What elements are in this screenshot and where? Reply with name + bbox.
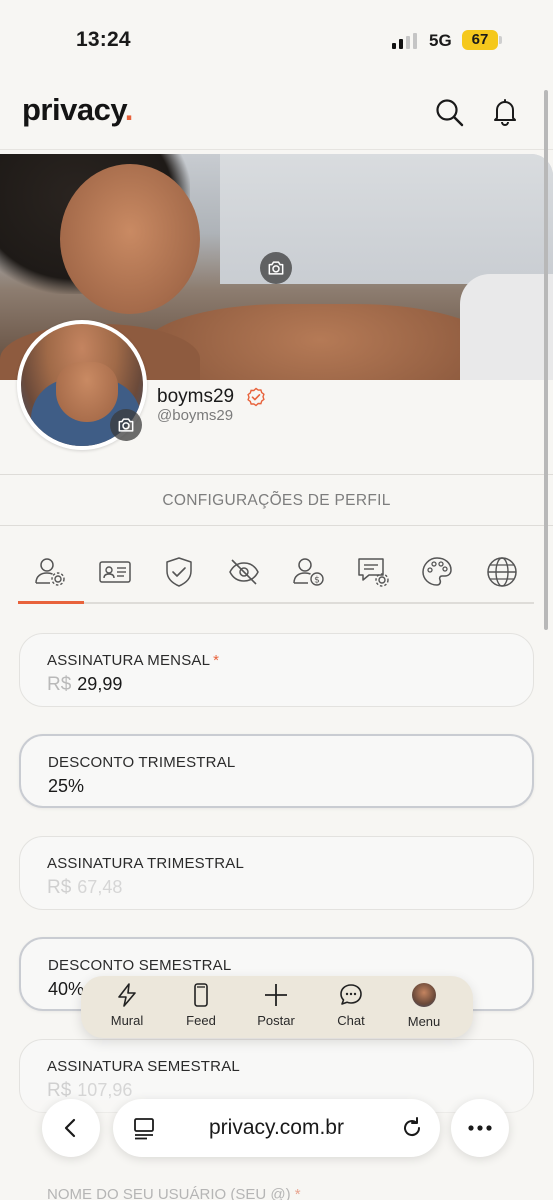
- chevron-left-icon: [64, 1118, 76, 1138]
- reload-icon[interactable]: [399, 1115, 425, 1141]
- field-label: ASSINATURA MENSAL *: [47, 652, 220, 669]
- dock-feed[interactable]: Feed: [171, 982, 231, 1032]
- user-dollar-icon: $: [293, 558, 324, 586]
- dock-chat[interactable]: Chat: [321, 982, 381, 1032]
- chat-bubble-icon: [340, 984, 362, 1005]
- status-bar: 13:24 5G 67: [0, 0, 553, 80]
- network-type: 5G: [429, 31, 452, 50]
- globe-icon: [487, 557, 517, 587]
- tab-security[interactable]: [162, 555, 196, 589]
- dock-postar[interactable]: Postar: [246, 982, 306, 1032]
- user-gear-icon: [35, 558, 65, 586]
- tab-active-indicator: [18, 601, 84, 604]
- profile-handle: @boyms29: [157, 407, 234, 424]
- url-text: privacy.com.br: [209, 1116, 344, 1139]
- tab-privacy[interactable]: [227, 555, 261, 589]
- id-card-icon: [99, 561, 131, 583]
- currency-prefix: R$: [47, 674, 72, 695]
- battery-icon: 67: [462, 30, 498, 50]
- username-field-label: NOME DO SEU USUÁRIO (SEU @) *: [47, 1186, 301, 1200]
- field-value[interactable]: 25%: [48, 776, 84, 797]
- field-value: R$ 67,48: [47, 877, 123, 898]
- divider: [0, 525, 553, 526]
- divider: [0, 474, 553, 475]
- field-label: ASSINATURA SEMESTRAL: [47, 1058, 240, 1075]
- profile-display-name: boyms29: [157, 386, 235, 407]
- logo-text: privacy: [22, 92, 125, 127]
- battery-tip: [499, 36, 502, 44]
- field-label: DESCONTO SEMESTRAL: [48, 957, 232, 974]
- change-avatar-button[interactable]: [110, 409, 142, 441]
- app-header: privacy.: [0, 80, 553, 150]
- field-value[interactable]: 40%: [48, 979, 84, 1000]
- tab-subscription[interactable]: $: [292, 555, 326, 589]
- chat-gear-icon: [358, 558, 389, 587]
- camera-icon: [268, 261, 284, 275]
- change-cover-button[interactable]: [260, 252, 292, 284]
- tab-appearance[interactable]: [420, 555, 454, 589]
- tab-profile-settings[interactable]: [33, 555, 67, 589]
- palette-icon: [422, 557, 452, 586]
- camera-icon: [118, 418, 134, 432]
- bottom-dock: Mural Feed Postar Chat Menu: [81, 976, 473, 1038]
- bell-icon[interactable]: [489, 96, 521, 128]
- tab-personal-data[interactable]: [98, 555, 132, 589]
- dock-label: Chat: [337, 1013, 365, 1028]
- page-scrollbar[interactable]: [544, 90, 548, 630]
- dock-label: Feed: [186, 1013, 216, 1028]
- tab-language[interactable]: [485, 555, 519, 589]
- tab-messages[interactable]: [356, 555, 390, 589]
- dock-label: Menu: [407, 1014, 441, 1029]
- eye-off-icon: [229, 559, 259, 585]
- dock-menu[interactable]: Menu: [394, 982, 454, 1032]
- field-label: DESCONTO TRIMESTRAL: [48, 754, 236, 771]
- logo-dot: .: [124, 92, 134, 127]
- quarterly-subscription-field: ASSINATURA TRIMESTRAL R$ 67,48: [19, 836, 534, 910]
- quarterly-discount-field[interactable]: DESCONTO TRIMESTRAL 25%: [19, 734, 534, 808]
- cover-sheet: [460, 274, 553, 380]
- phone-icon: [194, 983, 208, 1007]
- monthly-subscription-field[interactable]: ASSINATURA MENSAL * R$ 29,99: [19, 633, 534, 707]
- plus-icon: [265, 984, 287, 1006]
- ellipsis-icon: [468, 1125, 492, 1131]
- lightning-icon: [118, 983, 136, 1007]
- menu-avatar: [412, 983, 436, 1007]
- field-value[interactable]: R$ 29,99: [47, 674, 122, 696]
- tab-track: [18, 602, 534, 604]
- svg-text:$: $: [314, 576, 320, 586]
- dock-mural[interactable]: Mural: [97, 982, 157, 1032]
- field-value: R$ 107,96: [47, 1080, 133, 1101]
- privacy-logo[interactable]: privacy.: [22, 92, 133, 128]
- required-marker: *: [213, 652, 220, 669]
- currency-prefix: R$: [47, 877, 72, 898]
- field-label: ASSINATURA TRIMESTRAL: [47, 855, 245, 872]
- dock-label: Mural: [110, 1013, 144, 1028]
- browser-more-button[interactable]: [451, 1099, 509, 1157]
- browser-back-button[interactable]: [42, 1099, 100, 1157]
- status-time: 13:24: [76, 28, 131, 51]
- dock-label: Postar: [257, 1013, 295, 1028]
- verified-badge-icon: [247, 387, 265, 407]
- cover-face: [60, 164, 200, 314]
- shield-check-icon: [166, 557, 192, 587]
- signal-icon: [392, 33, 417, 49]
- section-title: CONFIGURAÇÕES DE PERFIL: [162, 492, 391, 509]
- avatar-chest: [56, 362, 118, 422]
- address-bar[interactable]: privacy.com.br: [113, 1099, 440, 1157]
- currency-prefix: R$: [47, 1080, 72, 1101]
- search-icon[interactable]: [433, 96, 465, 128]
